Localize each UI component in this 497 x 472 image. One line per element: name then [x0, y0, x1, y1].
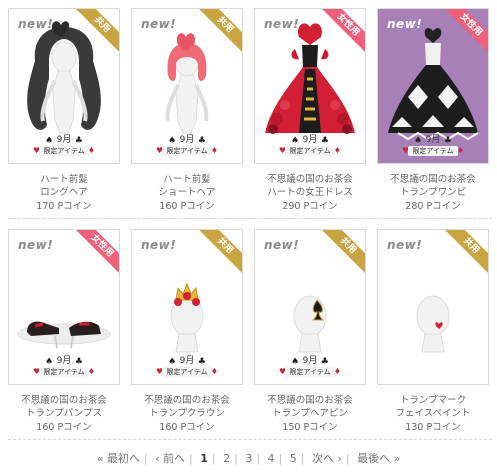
item-price: 170 Pコイン — [36, 201, 92, 212]
limited-text: 限定アイテム — [39, 146, 89, 156]
diamond-icon: ♦ — [87, 367, 95, 376]
item-name-line2: トランプクラウン — [149, 408, 225, 419]
diamond-icon: ♦ — [456, 146, 464, 155]
item-name-line2: ハートの女王ドレス — [267, 187, 353, 198]
page-number-link[interactable]: 5 — [290, 450, 297, 468]
limited-month: 9月 — [179, 135, 195, 145]
item-name-line2: ショートヘア — [158, 187, 216, 198]
row-divider — [8, 218, 492, 219]
diamond-icon: ♦ — [333, 367, 341, 376]
item-name-line2: ロングヘア — [40, 187, 88, 198]
new-label: new! — [387, 17, 423, 31]
limited-badge: ♠ ♣ 9月 ♥ 限定アイテム ♦ — [33, 135, 95, 157]
item-thumbnail[interactable]: new! 共用 — [377, 229, 489, 385]
item-name-line1: 不思議の国のお茶会 — [267, 395, 353, 406]
pager-separator: | — [143, 452, 148, 465]
item-name-line2: フェイスペイント — [395, 408, 471, 419]
item-thumbnail[interactable]: new! 共用 ♠ ♣ 9月 ♥ 限定アイテム ♦ — [131, 8, 243, 164]
item-caption[interactable]: 不思議の国のお茶会 ハートの女王ドレス 290 Pコイン — [248, 173, 372, 213]
item-price: 150 Pコイン — [282, 422, 338, 433]
limited-month: 9月 — [302, 356, 318, 366]
limited-badge: ♠ ♣ 9月 ♥ 限定アイテム ♦ — [33, 356, 95, 378]
new-label: new! — [264, 17, 300, 31]
new-label: new! — [141, 17, 177, 31]
limited-badge: ♠ ♣ 9月 ♥ 限定アイテム ♦ — [279, 135, 341, 157]
page-number-link[interactable]: 2 — [223, 450, 230, 468]
item-name-line2: トランプヘアピン — [272, 408, 348, 419]
limited-badge: ♠ ♣ 9月 ♥ 限定アイテム ♦ — [156, 135, 218, 157]
item-thumbnail[interactable]: new! 女性用 ♠ ♣ 9月 ♥ 限定アイテム ♦ — [377, 8, 489, 164]
pager-separator: | — [345, 452, 350, 465]
item-caption[interactable]: ハート前髪 ショートヘア 160 Pコイン — [125, 173, 249, 213]
item-name-line1: 不思議の国のお茶会 — [267, 174, 353, 185]
item-name-line1: ハート前髪 — [40, 174, 88, 185]
item-name-line2: トランプワンピ — [399, 187, 467, 198]
limited-text: 限定アイテム — [162, 367, 212, 377]
item-caption[interactable]: 不思議の国のお茶会 トランプパンプス 160 Pコイン — [2, 394, 126, 434]
pager-separator: | — [211, 452, 216, 465]
item-thumbnail[interactable]: new! 女性用 ♠ ♣ 9月 ♥ 限定アイテム ♦ — [254, 8, 366, 164]
new-label: new! — [387, 238, 423, 252]
pagination: « 最初へ | ‹ 前へ | 1 | 2 | 3 | 4 | 5 | 次へ › | 最後へ » — [0, 450, 497, 468]
page-number-current: 1 — [200, 452, 208, 465]
new-label: new! — [264, 238, 300, 252]
item-caption[interactable]: トランプマーク フェイスペイント 130 Pコイン — [371, 394, 495, 434]
pager-separator: | — [256, 452, 261, 465]
item-name-line1: 不思議の国のお茶会 — [390, 174, 476, 185]
limited-badge: ♠ ♣ 9月 ♥ 限定アイテム ♦ — [279, 356, 341, 378]
item-thumbnail[interactable]: new! 共用 ♠ ♣ 9月 ♥ 限定アイテム ♦ — [131, 229, 243, 385]
limited-text: 限定アイテム — [285, 146, 335, 156]
item-price: 130 Pコイン — [405, 422, 461, 433]
diamond-icon: ♦ — [87, 146, 95, 155]
pager-separator: | — [234, 452, 238, 465]
pager-separator: | — [278, 452, 283, 465]
limited-month: 9月 — [56, 356, 72, 366]
page-number-link[interactable]: 4 — [268, 450, 275, 468]
item-price: 290 Pコイン — [282, 201, 338, 212]
next-page-link[interactable]: 次へ › — [312, 450, 342, 468]
last-page-link[interactable]: 最後へ » — [357, 450, 400, 468]
item-price: 160 Pコイン — [159, 422, 215, 433]
limited-text: 限定アイテム — [39, 367, 89, 377]
row-divider — [8, 439, 492, 440]
limited-month: 9月 — [425, 135, 441, 145]
item-price: 160 Pコイン — [36, 422, 92, 433]
diamond-icon: ♦ — [210, 367, 218, 376]
item-thumbnail[interactable]: new! 共用 ♠ ♣ 9月 ♥ 限定アイテム ♦ — [254, 229, 366, 385]
item-thumbnail[interactable]: new! 共用 ♠ ♣ 9月 ♥ 限定アイテム ♦ — [8, 8, 120, 164]
item-caption[interactable]: 不思議の国のお茶会 トランプワンピ 280 Pコイン — [371, 173, 495, 213]
item-caption[interactable]: ハート前髪 ロングヘア 170 Pコイン — [2, 173, 126, 213]
new-label: new! — [141, 238, 177, 252]
pager-separator: | — [300, 452, 305, 465]
item-caption[interactable]: 不思議の国のお茶会 トランプヘアピン 150 Pコイン — [248, 394, 372, 434]
item-name-line1: 不思議の国のお茶会 — [144, 395, 230, 406]
diamond-icon: ♦ — [333, 146, 341, 155]
item-name-line2: トランプパンプス — [26, 408, 102, 419]
item-thumbnail[interactable]: new! 女性用 ♠ ♣ 9月 ♥ 限定アイテム ♦ — [8, 229, 120, 385]
item-price: 280 Pコイン — [405, 201, 461, 212]
limited-badge: ♠ ♣ 9月 ♥ 限定アイテム ♦ — [402, 135, 464, 157]
item-name-line1: トランプマーク — [399, 395, 467, 406]
item-name-line1: 不思議の国のお茶会 — [21, 395, 107, 406]
diamond-icon: ♦ — [210, 146, 218, 155]
limited-month: 9月 — [56, 135, 72, 145]
limited-month: 9月 — [179, 356, 195, 366]
item-price: 160 Pコイン — [159, 201, 215, 212]
limited-month: 9月 — [302, 135, 318, 145]
item-name-line1: ハート前髪 — [163, 174, 211, 185]
limited-text: 限定アイテム — [408, 146, 458, 156]
new-label: new! — [18, 238, 54, 252]
limited-badge: ♠ ♣ 9月 ♥ 限定アイテム ♦ — [156, 356, 218, 378]
limited-text: 限定アイテム — [285, 367, 335, 377]
page-number-link[interactable]: 3 — [245, 450, 252, 468]
prev-page-link[interactable]: ‹ 前へ — [155, 450, 185, 468]
first-page-link[interactable]: « 最初へ — [97, 450, 140, 468]
item-caption[interactable]: 不思議の国のお茶会 トランプクラウン 160 Pコイン — [125, 394, 249, 434]
new-label: new! — [18, 17, 54, 31]
pager-separator: | — [189, 452, 193, 465]
limited-text: 限定アイテム — [162, 146, 212, 156]
